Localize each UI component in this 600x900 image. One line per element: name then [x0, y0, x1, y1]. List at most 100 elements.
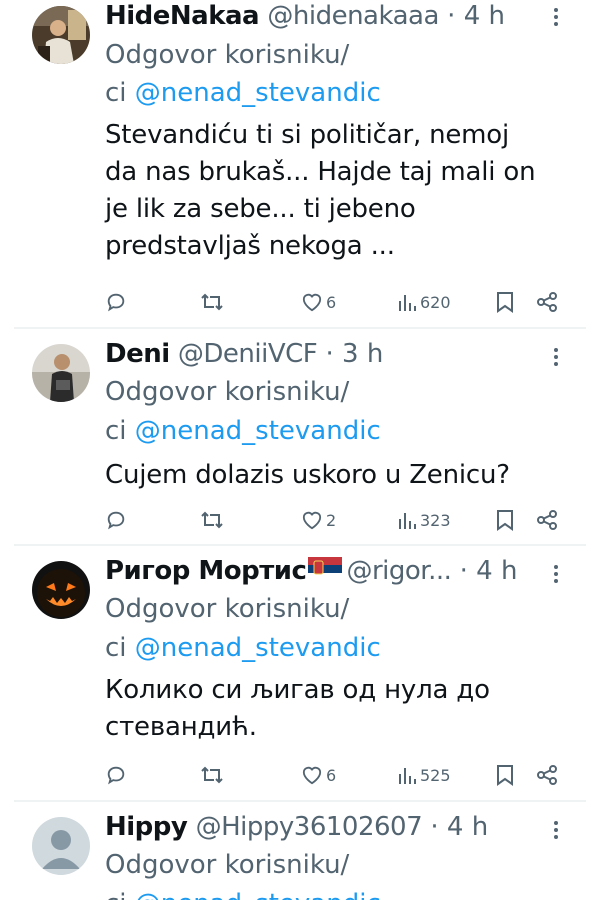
share-button[interactable] — [536, 761, 558, 789]
bookmark-icon — [497, 765, 513, 786]
reply-context-ci: ci — [105, 416, 127, 446]
tweet-header: Ригор Мортис @rigor... · 4 h — [105, 555, 517, 589]
views-button[interactable]: 525 — [397, 761, 451, 789]
views-icon — [399, 768, 416, 784]
avatar[interactable] — [32, 561, 90, 619]
bookmark-button[interactable] — [496, 761, 514, 789]
separator-dot: · — [325, 339, 334, 369]
tweet-text-line: Колико си љигав од нула до — [105, 675, 490, 705]
tweet-text: Колико си љигав од нула до стевандић. — [105, 672, 575, 746]
avatar[interactable] — [32, 817, 90, 875]
like-button[interactable]: 6 — [301, 761, 336, 789]
share-button[interactable] — [536, 506, 558, 534]
reply-context-ci: ci — [105, 78, 127, 108]
reply-context-line2: ci @nenad_stevandic — [105, 886, 381, 900]
action-bar: 2 323 — [105, 506, 565, 534]
share-icon — [537, 292, 557, 312]
reply-button[interactable] — [105, 506, 127, 534]
replies-feed: HideNakaa @hidenakaaa · 4 h Odgovor kori… — [0, 0, 600, 900]
bookmark-icon — [497, 292, 513, 313]
reply-tweet[interactable]: Deni @DeniiVCF · 3 h Odgovor korisniku/ … — [0, 338, 600, 546]
tweet-text-line: стевандић. — [105, 712, 257, 742]
heart-icon — [302, 766, 322, 785]
display-name[interactable]: Deni — [105, 339, 170, 369]
views-icon — [399, 513, 416, 529]
display-name[interactable]: HideNakaa — [105, 1, 260, 31]
reply-context-line2: ci @nenad_stevandic — [105, 630, 381, 666]
timestamp[interactable]: 4 h — [464, 1, 505, 31]
tweet-header: Hippy @Hippy36102607 · 4 h — [105, 811, 488, 843]
mention-link[interactable]: @nenad_stevandic — [135, 78, 381, 108]
separator-dot: · — [447, 1, 456, 31]
separator-dot: · — [430, 812, 439, 842]
reply-context-line1: Odgovor korisniku/ — [105, 850, 350, 880]
tweet-text-line: da nas brukaš... Hajde taj mali on — [105, 157, 536, 187]
timestamp[interactable]: 4 h — [447, 812, 488, 842]
more-icon[interactable] — [552, 8, 560, 28]
display-name[interactable]: Ригор Мортис — [105, 556, 307, 586]
retweet-icon — [201, 511, 223, 529]
like-count: 6 — [326, 292, 337, 312]
like-button[interactable]: 6 — [301, 288, 336, 316]
reply-button[interactable] — [105, 761, 127, 789]
user-handle[interactable]: @Hippy36102607 — [196, 812, 423, 842]
tweet-header: Deni @DeniiVCF · 3 h — [105, 338, 383, 370]
views-button[interactable]: 620 — [397, 288, 451, 316]
more-icon[interactable] — [552, 565, 560, 585]
views-count: 323 — [420, 510, 451, 530]
reply-context-line2: ci @nenad_stevandic — [105, 413, 381, 449]
retweet-button[interactable] — [200, 288, 224, 316]
more-icon[interactable] — [552, 821, 560, 841]
user-handle[interactable]: @hidenakaaa — [267, 1, 439, 31]
reply-button[interactable] — [105, 288, 127, 316]
timestamp[interactable]: 4 h — [476, 556, 517, 586]
divider — [14, 544, 586, 546]
mention-link[interactable]: @nenad_stevandic — [135, 889, 381, 900]
share-icon — [537, 510, 557, 530]
divider — [14, 800, 586, 802]
like-count: 2 — [326, 510, 337, 530]
reply-context-line2: ci @nenad_stevandic — [105, 75, 381, 111]
tweet-text: Cujem dolazis uskoro u Zenicu? — [105, 457, 575, 494]
like-button[interactable]: 2 — [301, 506, 336, 534]
user-handle[interactable]: @rigor... — [346, 556, 451, 586]
reply-context-line1: Odgovor korisniku/ — [105, 594, 350, 624]
tweet-header: HideNakaa @hidenakaaa · 4 h — [105, 0, 505, 32]
reply-context-ci: ci — [105, 633, 127, 663]
heart-icon — [302, 511, 322, 530]
retweet-icon — [201, 766, 223, 784]
retweet-button[interactable] — [200, 506, 224, 534]
display-name[interactable]: Hippy — [105, 812, 188, 842]
views-icon — [399, 295, 416, 311]
share-icon — [537, 765, 557, 785]
avatar[interactable] — [32, 344, 90, 402]
more-icon[interactable] — [552, 348, 560, 368]
divider — [14, 327, 586, 329]
share-button[interactable] — [536, 288, 558, 316]
tweet-text-line: Stevandiću ti si političar, nemoj — [105, 120, 510, 150]
views-count: 620 — [420, 292, 451, 312]
retweet-icon — [201, 293, 223, 311]
action-bar: 6 525 — [105, 761, 565, 789]
avatar[interactable] — [32, 6, 90, 64]
mention-link[interactable]: @nenad_stevandic — [135, 633, 381, 663]
reply-tweet[interactable]: HideNakaa @hidenakaaa · 4 h Odgovor kori… — [0, 0, 600, 330]
tweet-text: Stevandiću ti si političar, nemoj da nas… — [105, 117, 575, 265]
views-button[interactable]: 323 — [397, 506, 451, 534]
user-handle[interactable]: @DeniiVCF — [178, 339, 318, 369]
reply-context-ci: ci — [105, 889, 127, 900]
serbia-flag-icon — [308, 557, 343, 589]
timestamp[interactable]: 3 h — [342, 339, 383, 369]
retweet-button[interactable] — [200, 761, 224, 789]
like-count: 6 — [326, 765, 337, 785]
reply-icon — [107, 293, 125, 312]
reply-context-line1: Odgovor korisniku/ — [105, 377, 350, 407]
reply-tweet[interactable]: Ригор Мортис @rigor... · 4 h Odgovor kori… — [0, 555, 600, 800]
reply-tweet[interactable]: Hippy @Hippy36102607 · 4 h Odgovor koris… — [0, 811, 600, 900]
reply-icon — [107, 511, 125, 530]
bookmark-button[interactable] — [496, 288, 514, 316]
mention-link[interactable]: @nenad_stevandic — [135, 416, 381, 446]
reply-context-line1: Odgovor korisniku/ — [105, 40, 350, 70]
bookmark-button[interactable] — [496, 506, 514, 534]
action-bar: 6 620 — [105, 288, 565, 316]
